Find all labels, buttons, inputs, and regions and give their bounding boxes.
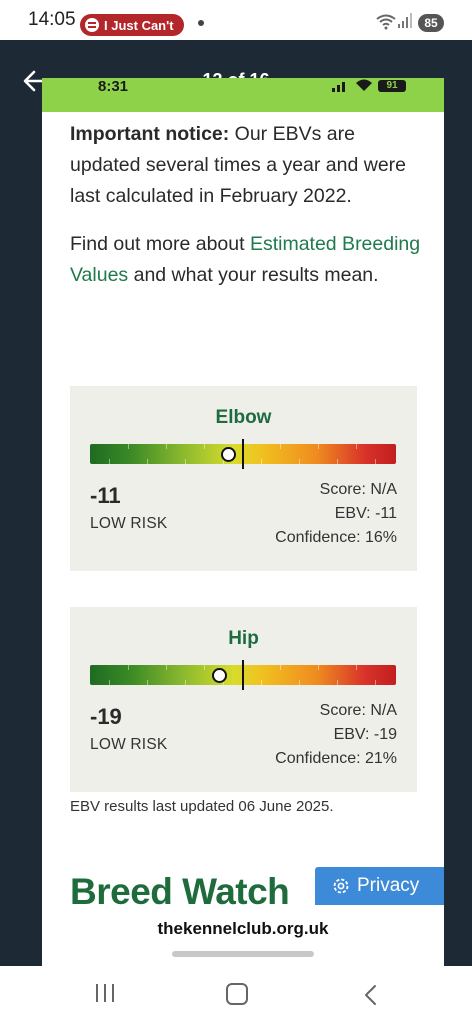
inner-status-bar: 8:31 91 <box>42 78 444 112</box>
media-playing-pill[interactable]: I Just Can't <box>80 14 184 36</box>
elbow-title: Elbow <box>215 407 272 428</box>
inner-status-time: 8:31 <box>98 78 129 95</box>
hip-score: Score: N/A <box>319 702 397 719</box>
wifi-icon <box>376 14 396 33</box>
hip-score-marker <box>211 668 227 683</box>
hip-value: -19 <box>90 704 122 729</box>
elbow-risk-gauge <box>90 439 396 469</box>
hip-confidence: Confidence: 21% <box>275 750 397 767</box>
hip-risk-label: LOW RISK <box>90 736 168 753</box>
gauge-midline <box>242 660 244 690</box>
find-out-more: Find out more about Estimated Breeding V… <box>70 229 430 291</box>
important-notice: Important notice: Our EBVs are updated s… <box>70 119 430 212</box>
elbow-risk-label: LOW RISK <box>90 515 168 532</box>
status-bar: 14:05 I Just Can't 85 <box>0 0 472 40</box>
elbow-value: -11 <box>90 483 121 508</box>
inner-battery-badge: 91 <box>378 80 406 92</box>
chevron-left-icon <box>365 985 376 1005</box>
hip-card: Hip -19 LOW RISK Score: N/A EBV: -19 Con… <box>70 607 417 792</box>
findout-prefix: Find out more about <box>70 233 250 255</box>
gesture-handle <box>172 951 314 957</box>
home-button[interactable] <box>226 983 248 1005</box>
inner-wifi-icon <box>355 78 373 95</box>
back-nav-button[interactable] <box>360 983 384 1007</box>
url-text: thekennelclub.org.uk <box>157 919 329 938</box>
screenshot-image: 8:31 91 Important notice: Our EBVs are u… <box>42 78 444 966</box>
elbow-ebv: EBV: -11 <box>334 505 397 522</box>
hip-risk-gauge <box>90 660 396 690</box>
media-title: I Just Can't <box>104 17 174 33</box>
spotify-icon <box>85 18 99 32</box>
elbow-score-marker <box>220 447 236 462</box>
elbow-card: Elbow -11 LOW RISK Score: N/A EBV: -11 C… <box>70 386 417 571</box>
notification-dot-icon <box>198 20 204 26</box>
hip-title: Hip <box>228 628 259 649</box>
elbow-score: Score: N/A <box>319 481 397 498</box>
signal-icon <box>398 12 412 28</box>
recent-apps-button[interactable] <box>96 984 116 1004</box>
notice-label: Important notice: <box>70 123 230 145</box>
privacy-button[interactable]: Privacy <box>315 867 444 905</box>
gauge-midline <box>242 439 244 469</box>
ebv-updated-note: EBV results last updated 06 June 2025. <box>70 798 334 815</box>
findout-suffix: and what your results mean. <box>128 264 379 286</box>
status-time: 14:05 <box>28 9 76 30</box>
inner-signal-icon <box>332 80 350 92</box>
browser-url-bar[interactable]: thekennelclub.org.uk <box>42 907 444 966</box>
elbow-confidence: Confidence: 16% <box>275 529 397 546</box>
gear-icon <box>333 878 349 894</box>
hip-ebv: EBV: -19 <box>333 726 397 743</box>
battery-badge: 85 <box>418 14 444 32</box>
privacy-label: Privacy <box>357 875 420 896</box>
navigation-bar <box>0 966 472 1024</box>
